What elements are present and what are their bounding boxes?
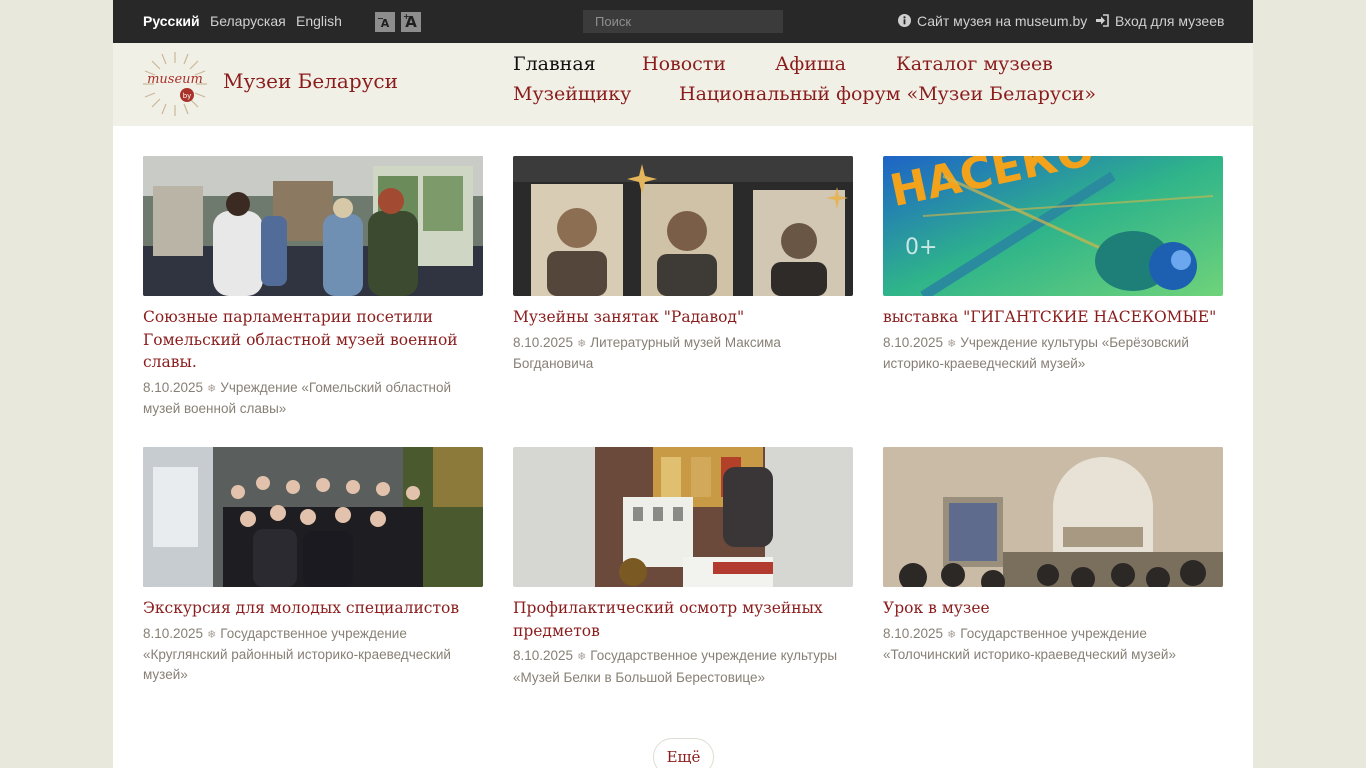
age-rating-text: 0+ [905,235,937,260]
snowflake-separator-icon: ❄ [207,628,217,641]
nav-for-museum-staff[interactable]: Музейщику [513,83,631,105]
snowflake-separator-icon: ❄ [207,382,217,395]
search-input[interactable] [583,10,783,33]
news-title[interactable]: Союзные парламентарии посетили Гомельски… [143,306,483,374]
minus-icon: − [377,14,384,23]
news-date: 8.10.2025 [883,625,944,641]
lang-russian[interactable]: Русский [143,13,200,29]
increase-font-button[interactable]: + A [401,12,421,32]
nav-news[interactable]: Новости [642,53,726,75]
site-header: museum by Музеи Беларуси Главная Новости… [113,43,1253,126]
news-title[interactable]: выставка "ГИГАНТСКИЕ НАСЕКОМЫЕ" [883,306,1223,329]
news-date: 8.10.2025 [143,379,204,395]
snowflake-separator-icon: ❄ [947,337,957,350]
news-meta: 8.10.2025 ❄ Государственное учреждение «То… [883,624,1223,665]
news-card: Профилактический осмотр музейных предмет… [513,447,853,687]
lang-english[interactable]: English [296,13,342,29]
news-image[interactable] [513,156,853,296]
login-link[interactable]: Вход для музеев [1095,13,1224,30]
info-circle-icon [898,14,911,30]
news-image[interactable] [513,447,853,587]
news-title[interactable]: Профилактический осмотр музейных предмет… [513,597,853,642]
news-date: 8.10.2025 [143,625,204,641]
nav-afisha[interactable]: Афиша [775,53,846,75]
top-bar: Русский Беларуская English −A +A Сайт му… [113,0,1253,43]
museum-by-logo[interactable]: museum by [142,51,208,117]
news-card: Союзные парламентарии посетили Гомельски… [143,156,483,419]
museum-site-link-label: Сайт музея на museum.by [917,13,1088,29]
news-title[interactable]: Музейны занятак "Радавод" [513,306,853,329]
news-title[interactable]: Урок в музее [883,597,1223,620]
page: Русский Беларуская English −A +A Сайт му… [113,0,1253,768]
news-image[interactable] [143,156,483,296]
nav-national-forum[interactable]: Национальный форум «Музеи Беларуси» [679,83,1096,105]
news-meta: 8.10.2025 ❄ Литературный музей Максима Бог… [513,333,853,374]
news-meta: 8.10.2025 ❄ Учреждение культуры «Берёзовск… [883,333,1223,374]
snowflake-separator-icon: ❄ [577,651,587,663]
news-image[interactable]: НАСЕКО 0+ [883,156,1223,296]
news-card: Экскурсия для молодых специалистов 8.10.… [143,447,483,684]
news-meta: 8.10.2025 ❄ Учреждение «Гомельский областн… [143,378,483,419]
news-image[interactable] [143,447,483,587]
news-date: 8.10.2025 [513,648,574,663]
news-title[interactable]: Экскурсия для молодых специалистов [143,597,483,620]
plus-icon: + [403,12,410,21]
load-more-button[interactable]: Ещё [653,738,714,768]
news-card: НАСЕКО 0+ выставка "ГИГАНТСКИЕ НАСЕКОМЫЕ… [883,156,1223,374]
museum-site-link[interactable]: Сайт музея на museum.by [898,13,1087,30]
news-card: Музейны занятак "Радавод" 8.10.2025 ❄ Лите… [513,156,853,374]
news-date: 8.10.2025 [883,334,944,350]
news-meta: 8.10.2025 ❄ Государственное учреждение «Кр… [143,624,483,685]
snowflake-separator-icon: ❄ [947,628,957,641]
snowflake-separator-icon: ❄ [577,337,587,350]
lang-belarusian[interactable]: Беларуская [210,13,286,29]
nav-museum-catalog[interactable]: Каталог музеев [896,53,1053,75]
svg-text:by: by [183,92,192,100]
sign-in-icon [1095,14,1109,30]
svg-text:museum: museum [147,72,203,87]
news-image[interactable] [883,447,1223,587]
news-card: Урок в музее 8.10.2025 ❄ Государственное у… [883,447,1223,665]
site-title[interactable]: Музеи Беларуси [223,69,398,93]
news-date: 8.10.2025 [513,334,574,350]
news-meta: 8.10.2025 ❄ Государственное учреждение кул… [513,646,853,687]
nav-home[interactable]: Главная [513,53,596,75]
decrease-font-button[interactable]: − A [375,12,395,32]
login-link-label: Вход для музеев [1115,13,1225,29]
